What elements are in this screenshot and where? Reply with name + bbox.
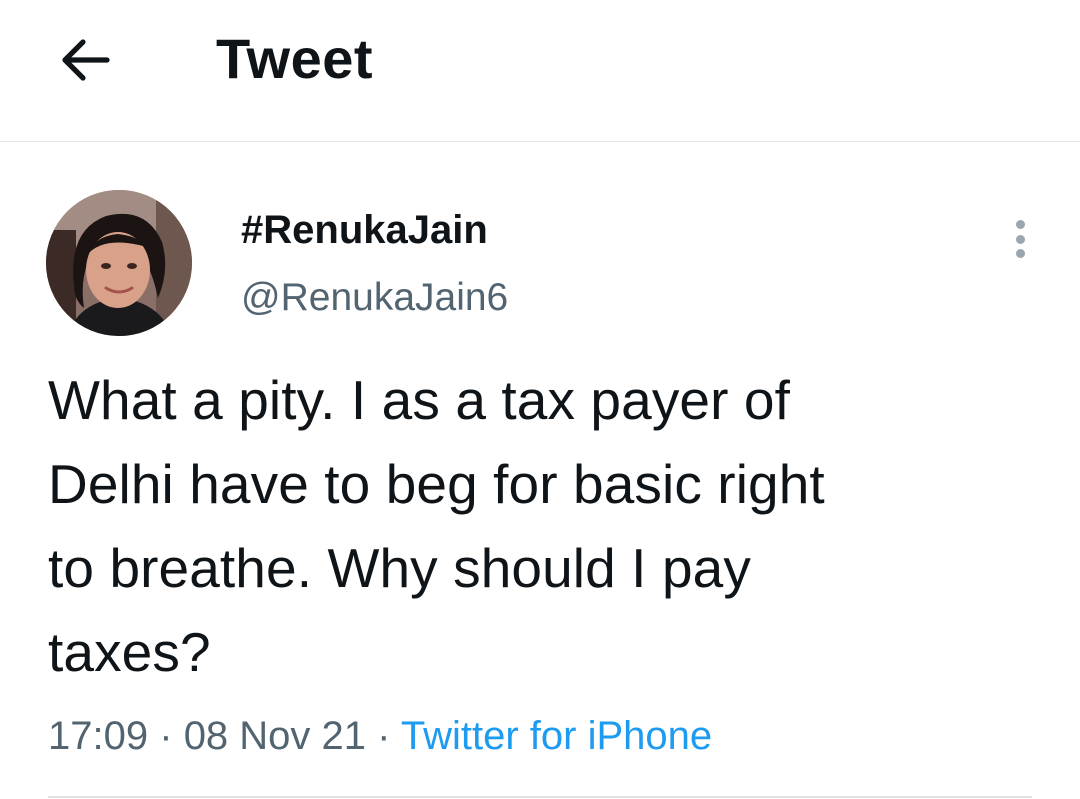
author-handle[interactable]: @RenukaJain6	[241, 274, 508, 322]
top-app-bar: Tweet	[0, 0, 1080, 142]
author-display-name[interactable]: #RenukaJain	[241, 206, 488, 254]
meta-separator: ·	[159, 714, 173, 758]
avatar-image	[46, 190, 192, 336]
avatar[interactable]	[46, 190, 192, 336]
tweet-source-link[interactable]: Twitter for iPhone	[401, 714, 712, 758]
page-title: Tweet	[216, 27, 374, 90]
arrow-left-icon	[62, 39, 110, 81]
meta-separator: ·	[377, 714, 391, 758]
back-button[interactable]	[54, 32, 116, 88]
tweet-date[interactable]: 08 Nov 21	[184, 714, 366, 758]
more-options-button[interactable]	[1000, 214, 1040, 264]
tweet-text: What a pity. I as a tax payer of Delhi h…	[48, 369, 825, 683]
tweet-metadata: 17:09 · 08 Nov 21 · Twitter for iPhone	[48, 710, 712, 762]
tweet-time[interactable]: 17:09	[48, 714, 148, 758]
divider	[48, 796, 1032, 798]
